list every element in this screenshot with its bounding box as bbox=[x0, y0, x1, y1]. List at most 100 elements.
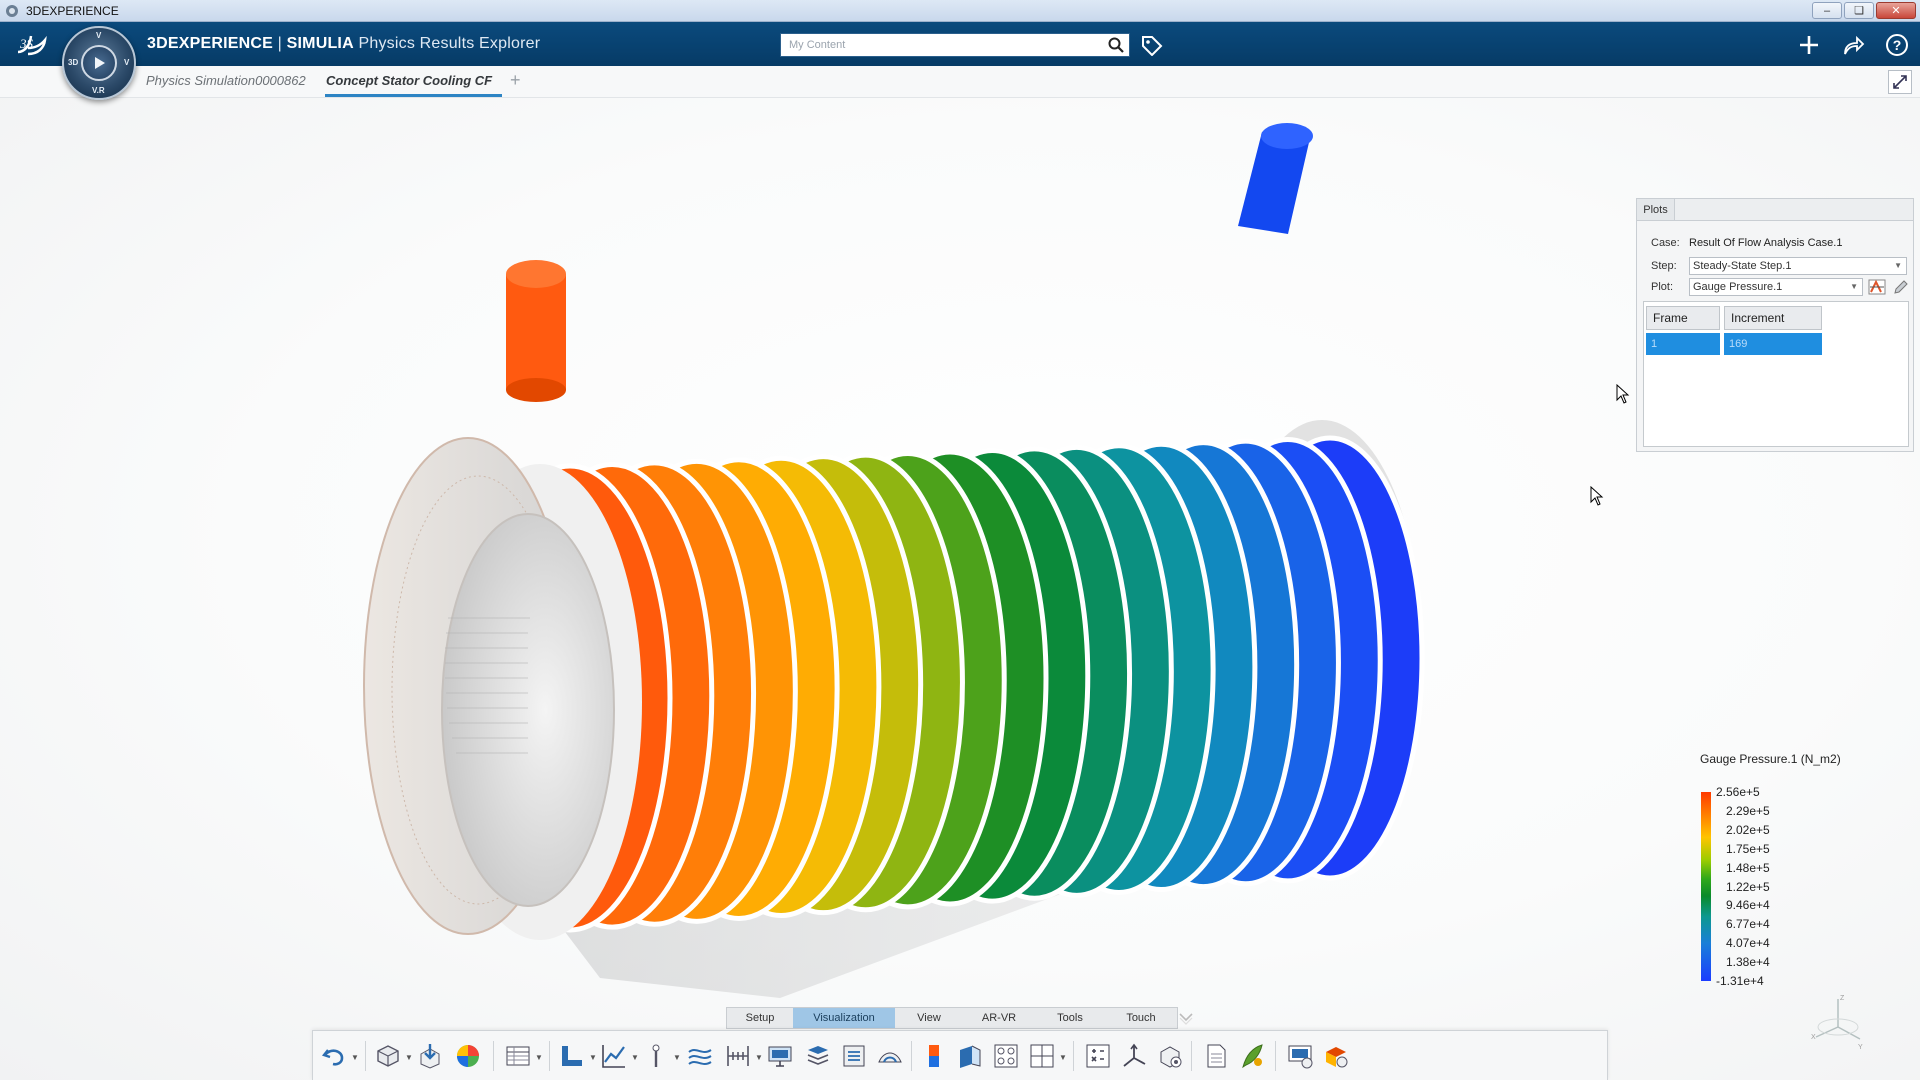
results-settings-icon[interactable] bbox=[1321, 1041, 1351, 1071]
chevron-down-icon[interactable]: ▼ bbox=[755, 1053, 763, 1062]
section-plane-icon[interactable] bbox=[557, 1041, 587, 1071]
action-bar: ▼ ▼ ▼ ▼ ▼ ▼ ▼ ▼ bbox=[312, 1030, 1608, 1080]
legend-label: 2.02e+5 bbox=[1726, 822, 1770, 837]
plots-panel: Plots Case: Result Of Flow Analysis Case… bbox=[1636, 198, 1914, 452]
tab-plots[interactable]: Plots bbox=[1637, 199, 1675, 221]
add-tab-icon[interactable]: + bbox=[510, 70, 521, 91]
chevron-down-icon[interactable]: ▼ bbox=[631, 1053, 639, 1062]
chevron-down-icon[interactable]: ▼ bbox=[673, 1053, 681, 1062]
inner-bore bbox=[441, 513, 615, 907]
xy-plot-icon[interactable] bbox=[599, 1041, 629, 1071]
brand-app-name: Physics Results Explorer bbox=[353, 35, 541, 52]
action-tab-visualization[interactable]: Visualization bbox=[793, 1008, 895, 1028]
plot-select[interactable]: Gauge Pressure.1 ▼ bbox=[1689, 278, 1863, 296]
plot-value: Gauge Pressure.1 bbox=[1693, 281, 1783, 293]
legend-color-bar bbox=[1701, 792, 1711, 981]
axis-system-icon[interactable] bbox=[1119, 1041, 1149, 1071]
chevron-down-icon: ▼ bbox=[1850, 282, 1858, 291]
compass-widget[interactable]: V 3D V V.R bbox=[62, 26, 136, 100]
active-tab-indicator bbox=[325, 94, 502, 97]
svg-text:3S: 3S bbox=[19, 36, 34, 51]
frame-column-header[interactable]: Frame bbox=[1646, 306, 1720, 330]
help-icon[interactable]: ? bbox=[1884, 32, 1910, 58]
legend-label: -1.31e+4 bbox=[1716, 974, 1764, 988]
part-icon[interactable] bbox=[373, 1041, 403, 1071]
frame-cell[interactable]: 1 bbox=[1646, 333, 1720, 355]
import-result-icon[interactable] bbox=[415, 1041, 445, 1071]
legend-label: 2.29e+5 bbox=[1726, 803, 1770, 818]
legend-label: 2.56e+5 bbox=[1716, 785, 1760, 799]
plot-settings-icon[interactable] bbox=[1867, 278, 1887, 296]
report-stack-icon[interactable] bbox=[803, 1041, 833, 1071]
legend-title: Gauge Pressure.1 (N_m2) bbox=[1700, 752, 1841, 766]
toolbar-separator bbox=[1275, 1041, 1276, 1071]
animation-icon[interactable] bbox=[875, 1041, 905, 1071]
action-tab-ar-vr[interactable]: AR-VR bbox=[963, 1008, 1035, 1028]
svg-text:Y: Y bbox=[1858, 1044, 1863, 1051]
knowledge-feather-icon[interactable] bbox=[1237, 1041, 1267, 1071]
undo-icon[interactable] bbox=[319, 1041, 349, 1071]
legend-display-icon[interactable] bbox=[919, 1041, 949, 1071]
probe-icon[interactable] bbox=[641, 1041, 671, 1071]
chevron-down-icon[interactable]: ▼ bbox=[535, 1053, 543, 1062]
chevron-down-icon[interactable]: ▼ bbox=[351, 1053, 359, 1062]
axis-triad-icon[interactable]: Z X Y bbox=[1810, 993, 1866, 1053]
brand-3dexperience: 3DEXPERIENCE bbox=[147, 35, 273, 52]
tag-icon[interactable] bbox=[1140, 34, 1164, 56]
add-icon[interactable] bbox=[1796, 32, 1822, 58]
screen-capture-icon[interactable] bbox=[765, 1041, 795, 1071]
toolbar-separator bbox=[365, 1041, 366, 1071]
legend-label: 4.07e+4 bbox=[1726, 936, 1770, 951]
layout-grid-icon[interactable] bbox=[1027, 1041, 1057, 1071]
action-tab-setup[interactable]: Setup bbox=[727, 1008, 793, 1028]
tab-physics-simulation[interactable]: Physics Simulation0000862 bbox=[146, 73, 306, 88]
action-tab-tools[interactable]: Tools bbox=[1035, 1008, 1105, 1028]
edit-pencil-icon[interactable] bbox=[1891, 278, 1911, 296]
dimension-icon[interactable] bbox=[723, 1041, 753, 1071]
search-icon[interactable] bbox=[1103, 34, 1129, 56]
minimize-button[interactable]: – bbox=[1812, 2, 1842, 19]
case-label: Case: bbox=[1651, 237, 1680, 249]
export-icon[interactable] bbox=[839, 1041, 869, 1071]
action-bar-expand-icon[interactable] bbox=[1177, 1010, 1195, 1026]
table-icon[interactable] bbox=[503, 1041, 533, 1071]
contour-plot-icon[interactable] bbox=[453, 1041, 483, 1071]
play-icon[interactable] bbox=[81, 45, 117, 81]
tab-concept-stator-cooling[interactable]: Concept Stator Cooling CF bbox=[326, 73, 492, 88]
ds-logo-icon[interactable]: 3S bbox=[14, 28, 50, 60]
toolbar-separator bbox=[911, 1041, 912, 1071]
close-button[interactable]: ✕ bbox=[1876, 2, 1916, 19]
display-settings-icon[interactable] bbox=[1285, 1041, 1315, 1071]
multi-view-icon[interactable] bbox=[991, 1041, 1021, 1071]
share-icon[interactable] bbox=[1840, 32, 1866, 58]
fullscreen-icon[interactable] bbox=[1888, 70, 1912, 94]
action-tab-touch[interactable]: Touch bbox=[1105, 1008, 1177, 1028]
svg-text:X: X bbox=[1811, 1034, 1816, 1041]
document-icon[interactable] bbox=[1201, 1041, 1231, 1071]
action-tab-view[interactable]: View bbox=[895, 1008, 963, 1028]
legend-label: 1.75e+5 bbox=[1726, 841, 1770, 856]
window-title-bar: 3DEXPERIENCE – ❏ ✕ bbox=[0, 0, 1920, 22]
chevron-down-icon[interactable]: ▼ bbox=[589, 1053, 597, 1062]
outlet-pipe bbox=[1238, 123, 1313, 234]
compass-bottom-letter: V.R bbox=[92, 86, 105, 95]
compass-top-letter: V bbox=[96, 31, 102, 40]
legend-label: 1.22e+5 bbox=[1726, 879, 1770, 894]
3d-viewport[interactable]: Plots Case: Result Of Flow Analysis Case… bbox=[0, 98, 1920, 1080]
restore-button[interactable]: ❏ bbox=[1844, 2, 1874, 19]
step-select[interactable]: Steady-State Step.1 ▼ bbox=[1689, 257, 1907, 275]
mesh-settings-icon[interactable] bbox=[1155, 1041, 1185, 1071]
calculator-icon[interactable] bbox=[1083, 1041, 1113, 1071]
stator-model[interactable] bbox=[0, 98, 1920, 1080]
app-icon bbox=[6, 4, 18, 17]
increment-cell[interactable]: 169 bbox=[1724, 333, 1822, 355]
svg-text:Z: Z bbox=[1840, 995, 1845, 1002]
increment-column-header[interactable]: Increment bbox=[1724, 306, 1822, 330]
brand-simulia: SIMULIA bbox=[286, 35, 354, 52]
chevron-down-icon[interactable]: ▼ bbox=[405, 1053, 413, 1062]
chevron-down-icon[interactable]: ▼ bbox=[1059, 1053, 1067, 1062]
streamlines-icon[interactable] bbox=[685, 1041, 715, 1071]
section-view-icon[interactable] bbox=[955, 1041, 985, 1071]
brand-separator: | bbox=[273, 35, 287, 52]
search-input[interactable] bbox=[781, 34, 1103, 56]
